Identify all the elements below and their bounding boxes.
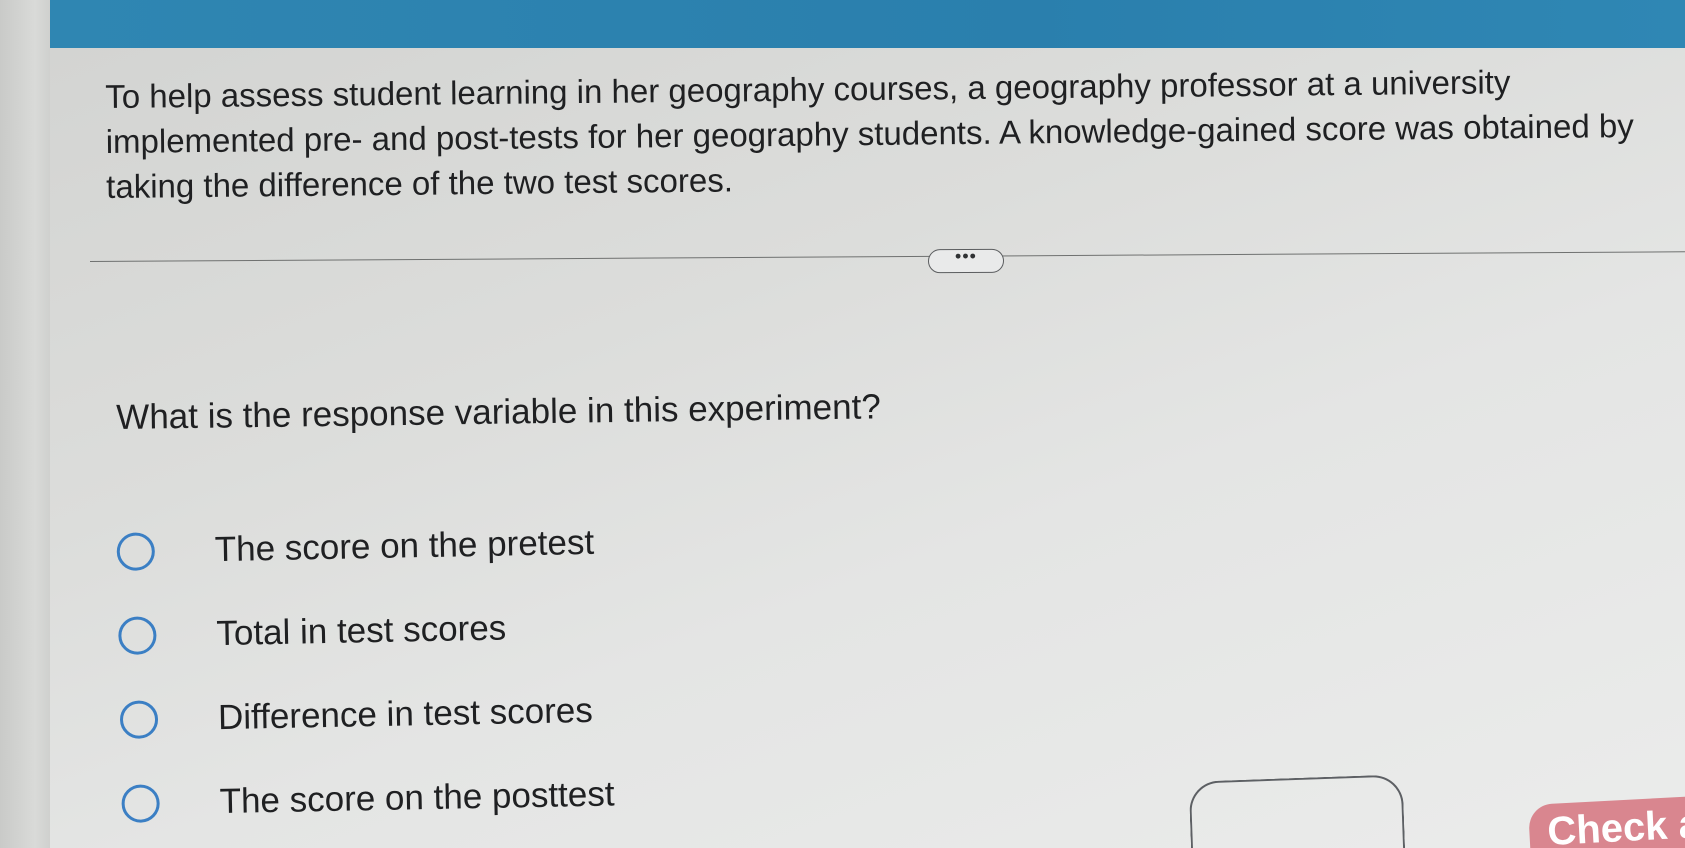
secondary-action-button[interactable] [1188, 774, 1406, 848]
option-label: The score on the pretest [214, 522, 595, 570]
option-label: Total in test scores [216, 608, 507, 654]
radio-button-icon[interactable] [116, 532, 156, 571]
radio-button-icon[interactable] [119, 700, 159, 739]
answer-option-2[interactable]: Total in test scores [118, 579, 919, 678]
option-label: The score on the posttest [219, 774, 615, 822]
section-divider [90, 251, 1685, 262]
option-label: Difference in test scores [217, 690, 594, 738]
left-margin [0, 0, 50, 848]
expand-more-button[interactable]: ••• [927, 246, 1005, 274]
answer-option-1[interactable]: The score on the pretest [116, 495, 917, 594]
radio-button-icon[interactable] [121, 784, 161, 823]
radio-button-icon[interactable] [118, 616, 157, 655]
header-bar [50, 0, 1685, 48]
problem-intro: To help assess student learning in her g… [105, 63, 1634, 205]
question-text: What is the response variable in this ex… [116, 387, 882, 437]
answer-options: The score on the pretest Total in test s… [116, 495, 922, 846]
answer-option-3[interactable]: Difference in test scores [119, 663, 920, 762]
answer-option-4[interactable]: The score on the posttest [121, 747, 922, 846]
question-panel: To help assess student learning in her g… [50, 48, 1685, 848]
